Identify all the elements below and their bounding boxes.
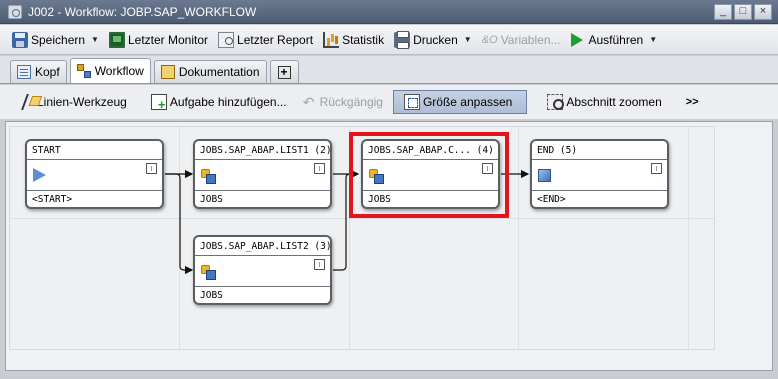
maximize-button[interactable]: □ <box>734 3 752 20</box>
node-checkbox[interactable] <box>146 163 157 174</box>
main-toolbar: Speichern ▼ Letzter Monitor Letzter Repo… <box>0 25 778 55</box>
grid-row-divider <box>10 218 714 219</box>
undo-button[interactable]: ↶ Rückgängig <box>297 90 387 114</box>
workflow-node-end[interactable]: END (5) <END> <box>530 139 669 209</box>
node-checkbox[interactable] <box>314 259 325 270</box>
tab-kopf[interactable]: Kopf <box>10 60 67 83</box>
bar-chart-icon <box>323 31 340 48</box>
last-monitor-label: Letzter Monitor <box>127 32 209 47</box>
fit-size-button[interactable]: Größe anpassen <box>392 90 528 114</box>
node-title: END (5) <box>537 145 578 156</box>
fit-size-icon <box>403 94 420 110</box>
zoom-section-icon <box>547 94 565 110</box>
report-icon <box>218 31 235 48</box>
play-icon <box>570 32 583 47</box>
play-triangle-icon <box>33 168 46 182</box>
fit-size-label: Größe anpassen <box>422 95 513 109</box>
node-title: JOBS.SAP_ABAP.LIST1 (2) <box>200 145 332 156</box>
end-square-icon <box>538 169 551 182</box>
node-checkbox[interactable] <box>651 163 662 174</box>
add-task-button[interactable]: Aufgabe hinzufügen... <box>147 90 291 114</box>
line-tool-button[interactable]: Linien-Werkzeug <box>20 90 131 114</box>
workflow-node-list1[interactable]: JOBS.SAP_ABAP.LIST1 (2) JOBS <box>193 139 332 209</box>
node-footer: JOBS <box>200 290 223 301</box>
documentation-icon <box>160 65 175 79</box>
add-task-label: Aufgabe hinzufügen... <box>169 95 287 109</box>
node-title: JOBS.SAP_ABAP.LIST2 (3) <box>200 241 332 252</box>
grid-column-divider <box>518 127 519 349</box>
execute-button[interactable]: Ausführen ▼ <box>567 28 662 52</box>
workflow-node-start[interactable]: START <START> <box>25 139 164 209</box>
save-label: Speichern <box>31 32 86 47</box>
line-tool-icon <box>21 94 37 110</box>
variables-label: Variablen... <box>500 32 561 47</box>
job-icon <box>201 169 216 184</box>
execute-dropdown-caret-icon[interactable]: ▼ <box>649 35 657 44</box>
workflow-canvas[interactable]: START <START> JOBS.SAP_ABAP.LIST1 (2) JO… <box>5 121 773 371</box>
node-checkbox[interactable] <box>314 163 325 174</box>
node-footer: JOBS <box>200 194 223 205</box>
more-tools-button[interactable]: >> <box>686 96 699 108</box>
save-button[interactable]: Speichern ▼ <box>8 28 103 52</box>
statistics-label: Statistik <box>342 32 385 47</box>
node-footer: <END> <box>537 194 566 205</box>
statistics-button[interactable]: Statistik <box>319 28 388 52</box>
variables-button[interactable]: &O Variablen... <box>478 28 565 52</box>
print-label: Drucken <box>413 32 458 47</box>
selection-highlight-box <box>349 132 509 218</box>
header-form-icon <box>17 65 31 79</box>
line-tool-label: Linien-Werkzeug <box>37 95 127 109</box>
window-titlebar: J002 - Workflow: JOBP.SAP_WORKFLOW _ □ × <box>0 0 778 24</box>
tab-bar: Kopf Workflow Dokumentation + <box>0 56 778 84</box>
execute-label: Ausführen <box>588 32 644 47</box>
last-report-button[interactable]: Letzter Report <box>214 28 317 52</box>
job-icon <box>201 265 216 280</box>
undo-icon: ↶ <box>302 94 315 110</box>
last-monitor-button[interactable]: Letzter Monitor <box>105 28 212 52</box>
tab-dokumentation-label: Dokumentation <box>178 65 260 79</box>
save-dropdown-caret-icon[interactable]: ▼ <box>91 35 99 44</box>
add-task-icon <box>150 94 167 111</box>
close-button[interactable]: × <box>754 3 772 20</box>
print-dropdown-caret-icon[interactable]: ▼ <box>464 35 472 44</box>
workflow-app-icon <box>8 4 22 19</box>
variables-icon: &O <box>481 33 498 46</box>
add-tab-button[interactable]: + <box>269 60 299 83</box>
tab-dokumentation[interactable]: Dokumentation <box>153 60 267 83</box>
window-title: J002 - Workflow: JOBP.SAP_WORKFLOW <box>28 4 257 19</box>
minimize-button[interactable]: _ <box>714 3 732 20</box>
tab-workflow-label: Workflow <box>94 64 144 78</box>
grid-column-divider <box>179 127 180 349</box>
print-button[interactable]: Drucken ▼ <box>390 28 476 52</box>
workflow-toolbar: Linien-Werkzeug Aufgabe hinzufügen... ↶ … <box>0 85 778 119</box>
node-title: START <box>32 145 61 156</box>
tab-workflow[interactable]: Workflow <box>69 58 151 83</box>
grid-column-divider <box>688 127 689 349</box>
save-disk-icon <box>12 31 28 48</box>
monitor-icon <box>108 31 125 48</box>
printer-icon <box>394 30 411 49</box>
workflow-icon <box>76 64 91 78</box>
zoom-section-label: Abschnitt zoomen <box>566 95 662 109</box>
plus-icon: + <box>277 65 291 79</box>
undo-label: Rückgängig <box>319 95 383 109</box>
tab-kopf-label: Kopf <box>35 65 60 79</box>
node-footer: <START> <box>32 194 73 205</box>
zoom-section-button[interactable]: Abschnitt zoomen <box>543 90 665 114</box>
workflow-node-list2[interactable]: JOBS.SAP_ABAP.LIST2 (3) JOBS <box>193 235 332 305</box>
last-report-label: Letzter Report <box>237 32 314 47</box>
